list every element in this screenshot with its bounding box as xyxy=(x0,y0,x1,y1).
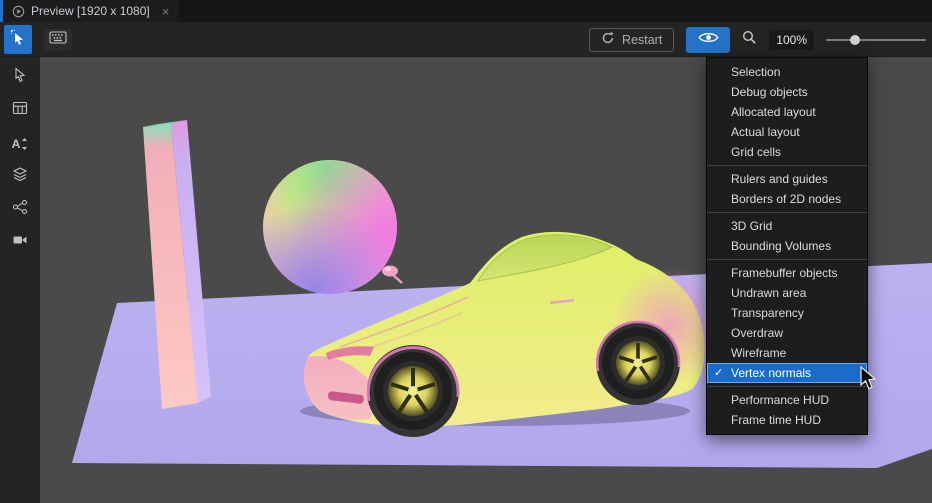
rear-wheel xyxy=(602,327,674,399)
play-icon xyxy=(12,5,25,18)
zoom-level[interactable]: 100% xyxy=(769,30,814,50)
restart-button[interactable]: Restart xyxy=(589,28,674,52)
cursor-select-icon xyxy=(10,29,26,50)
keyboard-button[interactable] xyxy=(44,29,72,51)
menu-item-frame-time-hud[interactable]: Frame time HUD xyxy=(707,410,867,430)
menu-item-actual-layout[interactable]: Actual layout xyxy=(707,122,867,142)
visibility-options-menu: Selection Debug objects Allocated layout… xyxy=(706,57,868,435)
menu-item-undrawn-area[interactable]: Undrawn area xyxy=(707,283,867,303)
menu-item-borders-of-2d-nodes[interactable]: Borders of 2D nodes xyxy=(707,189,867,209)
menu-item-transparency[interactable]: Transparency xyxy=(707,303,867,323)
sidebar-item-select[interactable] xyxy=(3,61,37,94)
menu-item-allocated-layout[interactable]: Allocated layout xyxy=(707,102,867,122)
sidebar-item-layers[interactable] xyxy=(3,160,37,193)
zoom-icon xyxy=(742,30,757,50)
text-tool-icon: A xyxy=(12,137,29,151)
menu-separator xyxy=(707,386,867,387)
menu-item-selection[interactable]: Selection xyxy=(707,62,867,82)
keyboard-icon xyxy=(49,31,67,49)
sidebar-item-table[interactable] xyxy=(3,94,37,127)
layers-icon xyxy=(12,166,28,187)
menu-separator xyxy=(707,259,867,260)
tab-title: Preview [1920 x 1080] xyxy=(31,4,150,18)
toolbar-right-group: Restart 100% xyxy=(589,22,930,57)
tab-bar: Preview [1920 x 1080] × xyxy=(0,0,932,22)
table-icon xyxy=(12,100,28,121)
menu-item-3d-grid[interactable]: 3D Grid xyxy=(707,216,867,236)
menu-item-rulers-and-guides[interactable]: Rulers and guides xyxy=(707,169,867,189)
menu-item-bounding-volumes[interactable]: Bounding Volumes xyxy=(707,236,867,256)
sidebar-item-camera[interactable] xyxy=(3,226,37,259)
slider-handle[interactable] xyxy=(850,35,860,45)
preview-tab[interactable]: Preview [1920 x 1080] × xyxy=(0,0,179,22)
eye-icon xyxy=(698,31,719,49)
accent-strip xyxy=(0,0,3,22)
selection-tool-button[interactable] xyxy=(4,25,32,54)
toolbar: Restart 100% xyxy=(0,22,932,57)
menu-separator xyxy=(707,165,867,166)
restart-label: Restart xyxy=(622,33,662,47)
zoom-slider[interactable] xyxy=(826,32,926,48)
menu-item-overdraw[interactable]: Overdraw xyxy=(707,323,867,343)
menu-item-framebuffer-objects[interactable]: Framebuffer objects xyxy=(707,263,867,283)
tab-close-button[interactable]: × xyxy=(162,5,170,18)
menu-item-performance-hud[interactable]: Performance HUD xyxy=(707,390,867,410)
node-graph-icon xyxy=(12,199,28,220)
check-icon: ✓ xyxy=(714,363,723,383)
slider-track xyxy=(826,39,926,41)
menu-item-vertex-normals[interactable]: ✓ Vertex normals xyxy=(707,363,867,383)
front-wheel xyxy=(374,352,452,430)
sidebar-item-text[interactable]: A xyxy=(3,127,37,160)
mouse-cursor-icon xyxy=(860,366,878,397)
menu-separator xyxy=(707,212,867,213)
arrow-cursor-icon xyxy=(12,67,28,88)
tool-sidebar: A xyxy=(0,57,40,503)
restart-icon xyxy=(601,31,615,48)
menu-item-grid-cells[interactable]: Grid cells xyxy=(707,142,867,162)
preview-window: Preview [1920 x 1080] × xyxy=(0,0,932,503)
visibility-options-button[interactable] xyxy=(686,27,730,53)
menu-item-debug-objects[interactable]: Debug objects xyxy=(707,82,867,102)
camera-icon xyxy=(12,232,28,253)
side-mirror xyxy=(382,266,402,284)
sphere xyxy=(263,160,397,294)
sidebar-item-nodes[interactable] xyxy=(3,193,37,226)
menu-item-wireframe[interactable]: Wireframe xyxy=(707,343,867,363)
